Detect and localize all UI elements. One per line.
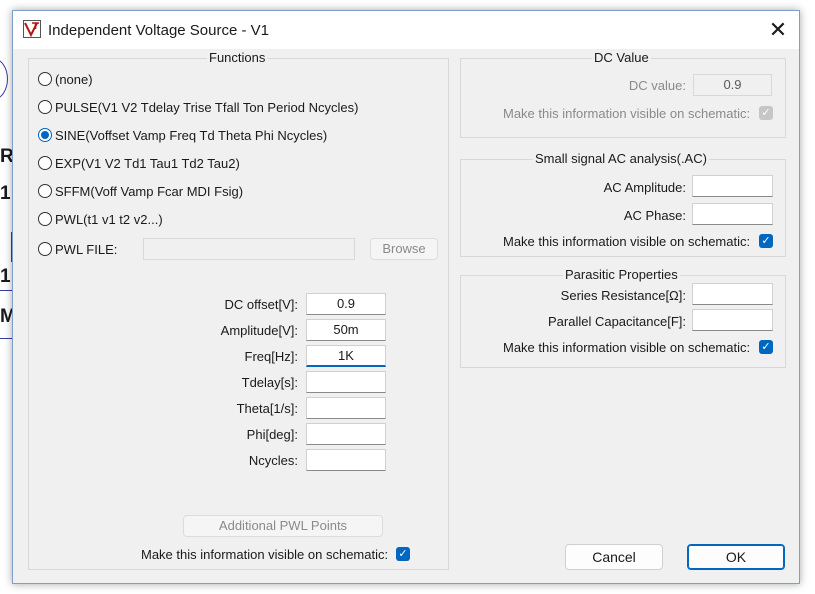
radio-exp[interactable]: EXP(V1 V2 Td1 Tau1 Td2 Tau2) [38, 153, 240, 173]
close-icon[interactable]: ✕ [765, 17, 791, 43]
additional-pwl-points-button[interactable]: Additional PWL Points [183, 515, 383, 537]
param-label-amplitude: Amplitude[V]: [220, 323, 298, 338]
parallel-capacitance-input[interactable] [692, 309, 773, 331]
parasitic-visible-checkbox[interactable]: ✓ [759, 340, 773, 354]
dc-value-group [460, 58, 786, 138]
param-input-phi[interactable] [306, 423, 386, 445]
radio-pwl[interactable]: PWL(t1 v1 t2 v2...) [38, 209, 163, 229]
param-label-ncycles: Ncycles: [248, 453, 298, 468]
radio-button[interactable] [38, 100, 52, 114]
param-input-freq[interactable]: 1K [306, 345, 386, 367]
radio-pwl-file[interactable]: PWL FILE: [38, 239, 117, 259]
param-input-theta[interactable] [306, 397, 386, 419]
radio-label: PWL FILE: [55, 241, 118, 257]
schematic-symbol-fragment [0, 58, 8, 100]
param-label-tdelay: Tdelay[s]: [241, 375, 298, 390]
param-input-amplitude[interactable]: 50m [306, 319, 386, 341]
param-label-phi: Phi[deg]: [246, 427, 298, 442]
parasitic-visible-label: Make this information visible on schemat… [503, 340, 751, 355]
param-input-dc-offset[interactable]: 0.9 [306, 293, 386, 315]
functions-legend: Functions [207, 50, 268, 65]
voltage-source-dialog: Independent Voltage Source - V1 ✕ Functi… [12, 10, 800, 584]
param-label-theta: Theta[1/s]: [236, 401, 298, 416]
ac-phase-label: AC Phase: [623, 208, 686, 223]
ac-analysis-legend: Small signal AC analysis(.AC) [533, 151, 709, 166]
dc-value-input[interactable]: 0.9 [693, 74, 772, 96]
ok-button[interactable]: OK [687, 544, 785, 570]
param-label-freq: Freq[Hz]: [244, 349, 298, 364]
pwl-file-input[interactable] [143, 238, 355, 260]
ac-visible-checkbox[interactable]: ✓ [759, 234, 773, 248]
dc-value-visible-label: Make this information visible on schemat… [503, 106, 751, 121]
radio-sffm[interactable]: SFFM(Voff Vamp Fcar MDI Fsig) [38, 181, 243, 201]
functions-visible-checkbox[interactable]: ✓ [396, 547, 410, 561]
dc-value-label: DC value: [628, 78, 686, 93]
series-resistance-label: Series Resistance[Ω]: [560, 288, 686, 303]
radio-button-selected[interactable] [38, 128, 52, 142]
parasitic-legend: Parasitic Properties [563, 267, 680, 282]
ac-phase-input[interactable] [692, 203, 773, 225]
ltspice-app-icon [23, 20, 41, 38]
ac-amplitude-label: AC Amplitude: [603, 180, 686, 195]
functions-visible-label: Make this information visible on schemat… [141, 547, 389, 562]
radio-label: SINE(Voffset Vamp Freq Td Theta Phi Ncyc… [55, 127, 328, 143]
schematic-text-fragment: 1 [0, 183, 11, 204]
param-input-ncycles[interactable] [306, 449, 386, 471]
radio-button[interactable] [38, 72, 52, 86]
radio-sine[interactable]: SINE(Voffset Vamp Freq Td Theta Phi Ncyc… [38, 125, 327, 145]
radio-label: EXP(V1 V2 Td1 Tau1 Td2 Tau2) [55, 155, 240, 171]
radio-pulse[interactable]: PULSE(V1 V2 Tdelay Trise Tfall Ton Perio… [38, 97, 358, 117]
dc-value-visible-checkbox[interactable]: ✓ [759, 106, 773, 120]
ac-amplitude-input[interactable] [692, 175, 773, 197]
radio-label: (none) [55, 71, 93, 87]
radio-label: PWL(t1 v1 t2 v2...) [55, 211, 163, 227]
radio-button[interactable] [38, 184, 52, 198]
radio-label: PULSE(V1 V2 Tdelay Trise Tfall Ton Perio… [55, 99, 359, 115]
radio-none[interactable]: (none) [38, 69, 93, 89]
ac-visible-label: Make this information visible on schemat… [503, 234, 751, 249]
cancel-button[interactable]: Cancel [565, 544, 663, 570]
dialog-title: Independent Voltage Source - V1 [48, 22, 270, 39]
radio-button[interactable] [38, 242, 52, 256]
parallel-capacitance-label: Parallel Capacitance[F]: [547, 314, 686, 329]
radio-button[interactable] [38, 212, 52, 226]
param-label-dc-offset: DC offset[V]: [224, 297, 298, 312]
schematic-wire [0, 290, 12, 291]
radio-label: SFFM(Voff Vamp Fcar MDI Fsig) [55, 183, 244, 199]
dc-value-legend: DC Value [592, 50, 651, 65]
schematic-wire [0, 338, 12, 339]
title-bar: Independent Voltage Source - V1 ✕ [13, 11, 799, 49]
param-input-tdelay[interactable] [306, 371, 386, 393]
schematic-text-fragment: 1 [0, 266, 11, 287]
series-resistance-input[interactable] [692, 283, 773, 305]
radio-button[interactable] [38, 156, 52, 170]
browse-button[interactable]: Browse [370, 238, 438, 260]
